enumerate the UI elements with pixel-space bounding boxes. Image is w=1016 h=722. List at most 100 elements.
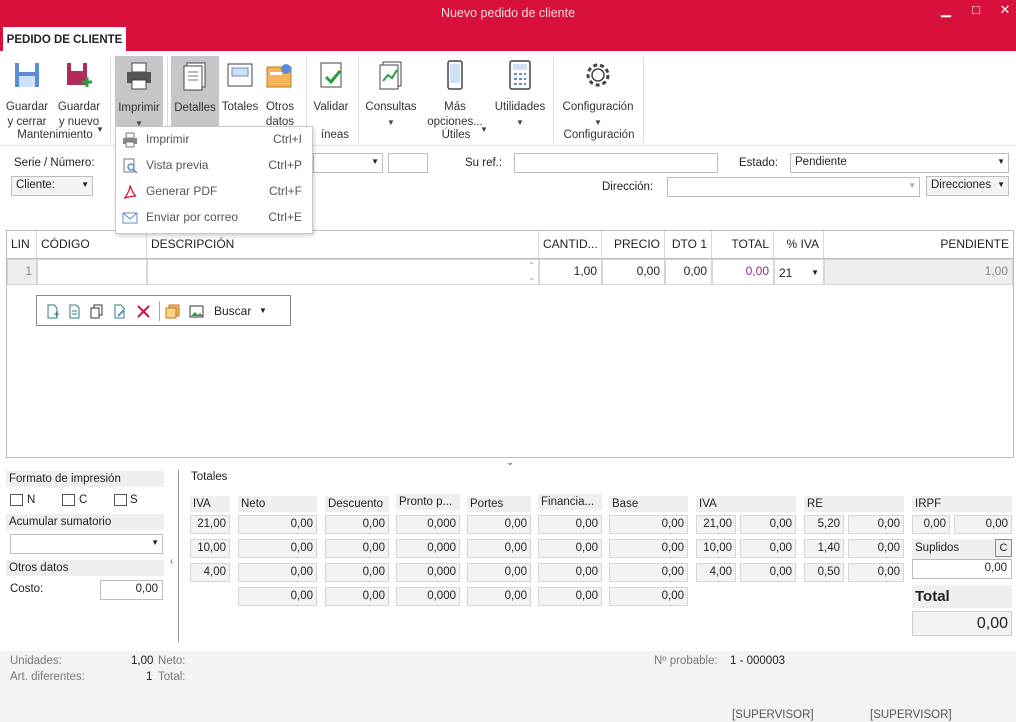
- direcciones-button[interactable]: Direcciones ▼: [926, 176, 1009, 196]
- delete-icon[interactable]: [136, 304, 151, 319]
- codigo-cell[interactable]: [37, 259, 147, 285]
- menu-item-generar-pdf[interactable]: Generar PDF Ctrl+F: [116, 179, 312, 205]
- preview-icon: [123, 158, 138, 174]
- tab-pedido-cliente[interactable]: PEDIDO DE CLIENTE: [3, 27, 126, 52]
- tot-neto: 0,00: [238, 515, 317, 534]
- guardar-nuevo-button[interactable]: Guardar y nuevo ▼: [54, 59, 104, 134]
- tot-financia: 0,00: [538, 539, 602, 558]
- panel-divider: [178, 470, 179, 642]
- chevron-down-icon: ▼: [81, 180, 89, 189]
- utilidades-button[interactable]: Utilidades ▼: [492, 59, 548, 130]
- printer-icon: [123, 132, 137, 148]
- chevron-down-icon[interactable]: ▼: [259, 306, 267, 315]
- window-title: Nuevo pedido de cliente: [440, 6, 576, 20]
- validar-button[interactable]: Validar: [310, 59, 352, 115]
- imprimir-button[interactable]: Imprimir ▼: [115, 56, 163, 129]
- col-header[interactable]: LIN: [7, 231, 37, 258]
- tot-iva-pct: 10,00: [696, 539, 736, 558]
- suplidos-button[interactable]: C: [995, 539, 1012, 557]
- checkbox-s[interactable]: [114, 494, 127, 506]
- col-header: Descuento: [325, 496, 389, 512]
- cliente-select[interactable]: Cliente: ▼: [11, 176, 93, 196]
- suplidos-input[interactable]: 0,00: [912, 559, 1012, 579]
- cliente-label: Cliente:: [16, 179, 55, 191]
- detalles-label: Detalles: [174, 102, 216, 114]
- notes-icon[interactable]: [165, 304, 180, 319]
- guardar-cerrar-button[interactable]: Guardar y cerrar: [4, 59, 50, 130]
- maximize-button[interactable]: □: [961, 1, 991, 19]
- lines-grid: LIN CÓDIGO DESCRIPCIÓN CANTID... PRECIO …: [6, 230, 1014, 458]
- consultas-button[interactable]: Consultas ▼: [363, 59, 419, 130]
- insert-line-icon[interactable]: [67, 304, 82, 319]
- line-toolbar: Buscar ▼: [36, 295, 291, 326]
- col-header: IRPF: [912, 496, 1012, 512]
- su-ref-input[interactable]: [514, 153, 718, 173]
- descripcion-cell[interactable]: ⌃ ⌄: [147, 259, 539, 285]
- numero-input[interactable]: [388, 153, 428, 173]
- estado-value: Pendiente: [795, 156, 847, 168]
- col-header: Base: [609, 496, 688, 512]
- direccion-label: Dirección:: [602, 181, 654, 193]
- menu-item-vista-previa[interactable]: Vista previa Ctrl+P: [116, 153, 312, 179]
- menu-item-imprimir[interactable]: Imprimir Ctrl+I: [116, 127, 312, 153]
- dto-cell[interactable]: 0,00: [665, 259, 712, 285]
- new-line-icon[interactable]: [45, 304, 60, 319]
- neto-label: Neto:: [158, 655, 186, 667]
- col-header[interactable]: PRECIO: [602, 231, 665, 258]
- copy-line-icon[interactable]: [89, 304, 104, 319]
- tot-iva: 10,00: [190, 539, 230, 558]
- tot-portes: 0,00: [467, 563, 531, 582]
- buscar-button[interactable]: Buscar: [214, 304, 251, 318]
- otros-datos-button[interactable]: Otros datos: [261, 59, 299, 130]
- tot-descuento: 0,00: [325, 539, 389, 558]
- totales-title: Totales: [191, 471, 228, 483]
- checkbox-c[interactable]: [62, 494, 75, 506]
- estado-select[interactable]: Pendiente ▼: [790, 153, 1009, 173]
- configuracion-button[interactable]: Configuración ▼: [558, 59, 638, 130]
- acumular-select[interactable]: ▼: [10, 534, 163, 554]
- image-icon[interactable]: [189, 304, 204, 319]
- tot-iva-pct: 4,00: [696, 563, 736, 582]
- tot-financia-sum: 0,00: [538, 587, 602, 606]
- total-cell: 0,00: [712, 259, 774, 285]
- tot-pronto: 0,000: [396, 563, 460, 582]
- tot-re-val: 0,00: [848, 539, 904, 558]
- collapse-panel-icon[interactable]: ‹: [170, 556, 173, 567]
- scroll-arrows-icon[interactable]: ⌃ ⌄: [528, 260, 535, 284]
- col-header[interactable]: CANTID...: [539, 231, 602, 258]
- col-header[interactable]: CÓDIGO: [37, 231, 147, 258]
- mas-opciones-button[interactable]: Más opciones... ▼: [422, 59, 488, 134]
- totales-button[interactable]: Totales: [220, 59, 260, 115]
- minimize-button[interactable]: ▁: [931, 1, 961, 19]
- detalles-button[interactable]: Detalles: [171, 56, 219, 129]
- checkbox-n[interactable]: [10, 494, 23, 506]
- tot-portes-sum: 0,00: [467, 587, 531, 606]
- chevron-down-icon: ▼: [594, 118, 602, 127]
- numero-dropdown[interactable]: ▼: [313, 153, 383, 173]
- precio-cell[interactable]: 0,00: [602, 259, 665, 285]
- col-header[interactable]: % IVA: [774, 231, 824, 258]
- close-button[interactable]: ✕: [990, 1, 1016, 19]
- tot-neto: 0,00: [238, 539, 317, 558]
- formato-impresion-header: Formato de impresión: [6, 471, 164, 487]
- pdf-icon: [123, 185, 137, 200]
- tot-base-sum: 0,00: [609, 587, 688, 606]
- ribbon-separator: [553, 57, 554, 143]
- col-header: Neto: [238, 496, 317, 512]
- iva-cell[interactable]: 21 ▼: [774, 259, 824, 285]
- tot-re-val: 0,00: [848, 563, 904, 582]
- edit-line-icon[interactable]: [112, 304, 127, 319]
- tot-descuento: 0,00: [325, 563, 389, 582]
- col-header[interactable]: DESCRIPCIÓN: [147, 231, 539, 258]
- chevron-down-icon[interactable]: ⌄: [506, 457, 514, 468]
- col-header[interactable]: PENDIENTE: [824, 231, 1013, 258]
- col-header[interactable]: TOTAL: [712, 231, 774, 258]
- menu-item-enviar-correo[interactable]: Enviar por correo Ctrl+E: [116, 205, 312, 231]
- direccion-select[interactable]: ▼: [667, 177, 920, 197]
- serie-label: Serie / Número:: [14, 157, 95, 169]
- col-header[interactable]: DTO 1: [665, 231, 712, 258]
- costo-input[interactable]: 0,00: [100, 580, 163, 600]
- pendiente-cell: 1,00: [824, 259, 1013, 285]
- menu-item-shortcut: Ctrl+F: [269, 184, 302, 198]
- cantidad-cell[interactable]: 1,00: [539, 259, 602, 285]
